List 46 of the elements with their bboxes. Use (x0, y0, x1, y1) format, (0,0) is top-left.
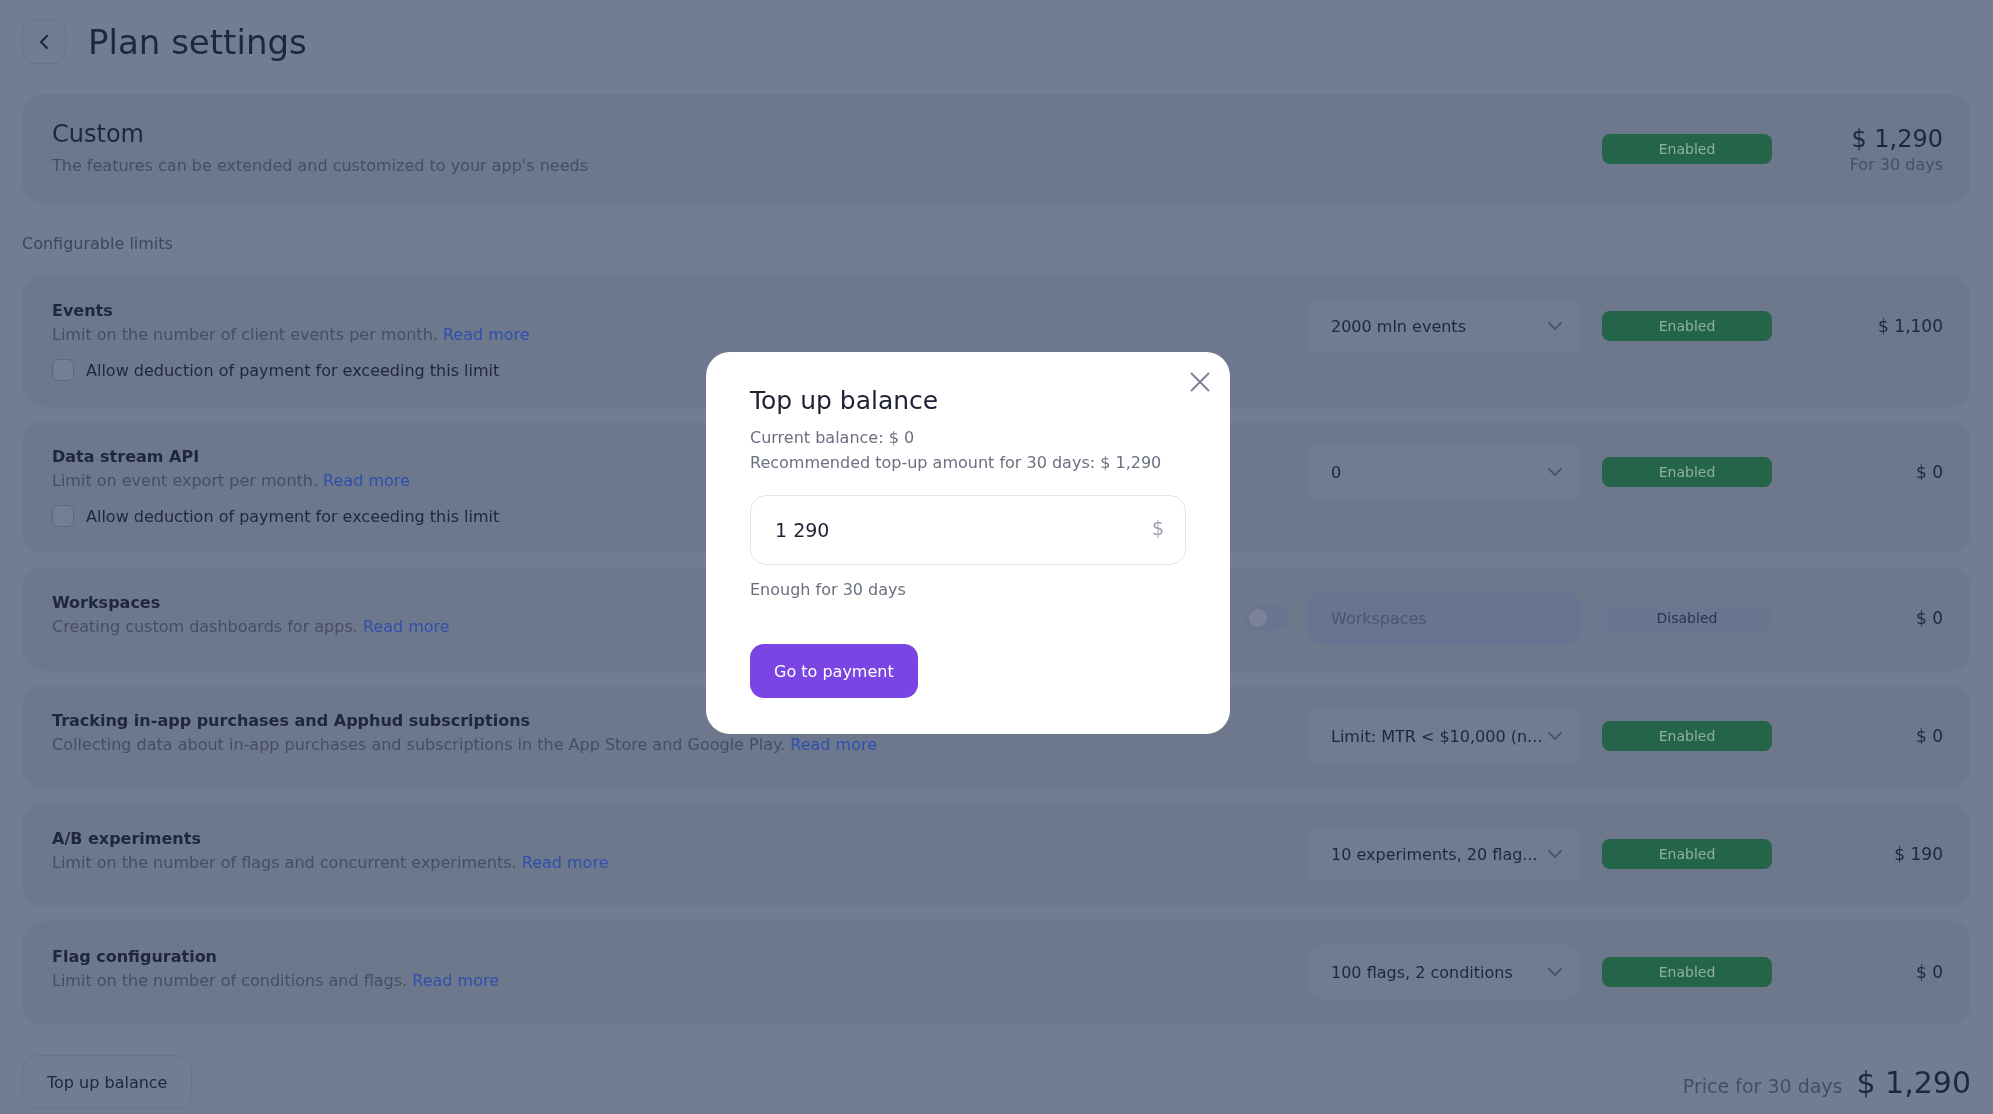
page-title: Plan settings (88, 22, 307, 62)
plan-name: Custom (52, 120, 145, 148)
limit-title: Flag configuration (52, 946, 218, 968)
limit-price: $ 0 (1914, 462, 1943, 482)
checkbox-label: Allow deduction of payment for exceeding this limit (86, 506, 500, 526)
currency-symbol: $ (1151, 517, 1164, 539)
limit-title: Workspaces (52, 592, 162, 614)
limit-price: $ 0 (1914, 962, 1943, 982)
close-icon (1190, 372, 1210, 392)
chevron-left-icon (39, 34, 49, 50)
status-badge: Enabled (1602, 311, 1772, 341)
chevron-down-icon (1547, 321, 1563, 331)
limit-title: Tracking in-app purchases and Apphud subscriptions (52, 710, 532, 732)
go-to-payment-button[interactable]: Go to payment (750, 644, 918, 698)
checkbox-label: Allow deduction of payment for exceeding this limit (86, 360, 500, 380)
amount-hint: Enough for 30 days (750, 579, 907, 601)
limit-price: $ 190 (1893, 844, 1943, 864)
chevron-down-icon (1547, 967, 1563, 977)
status-badge: Enabled (1602, 721, 1772, 751)
dialog-title: Top up balance (750, 386, 940, 415)
limit-price: $ 0 (1914, 608, 1943, 628)
status-badge: Enabled (1602, 457, 1772, 487)
total-price: $ 1,290 (1856, 1064, 1971, 1100)
status-badge: Enabled (1602, 134, 1772, 164)
limit-dropdown[interactable]: 2000 mln events (1307, 299, 1581, 353)
limit-title: Data stream API (52, 446, 201, 468)
limit-dropdown[interactable]: 10 experiments, 20 flag... (1307, 827, 1581, 881)
chevron-down-icon (1547, 849, 1563, 859)
chevron-down-icon (1547, 467, 1563, 477)
limit-price: $ 0 (1914, 726, 1943, 746)
limit-price: $ 1,100 (1877, 316, 1943, 336)
status-badge: Enabled (1602, 957, 1772, 987)
close-button[interactable] (1190, 372, 1210, 392)
status-badge: Enabled (1602, 839, 1772, 869)
current-balance: Current balance: $ 0 (750, 427, 916, 449)
section-title: Configurable limits (22, 234, 174, 253)
limit-title: A/B experiments (52, 828, 202, 850)
limit-dropdown[interactable]: 100 flags, 2 conditions (1307, 945, 1581, 999)
limit-dropdown[interactable]: 0 (1307, 445, 1581, 499)
limit-dropdown[interactable]: Limit: MTR < $10,000 (n... (1307, 709, 1581, 763)
plan-price: $ 1,290 (1850, 124, 1943, 153)
back-button[interactable] (22, 20, 66, 64)
chevron-down-icon (1547, 731, 1563, 741)
top-up-button[interactable]: Top up balance (22, 1055, 193, 1109)
recommended-amount: Recommended top-up amount for 30 days: $ 1,290 (750, 452, 1163, 474)
limit-title: Events (52, 300, 114, 322)
